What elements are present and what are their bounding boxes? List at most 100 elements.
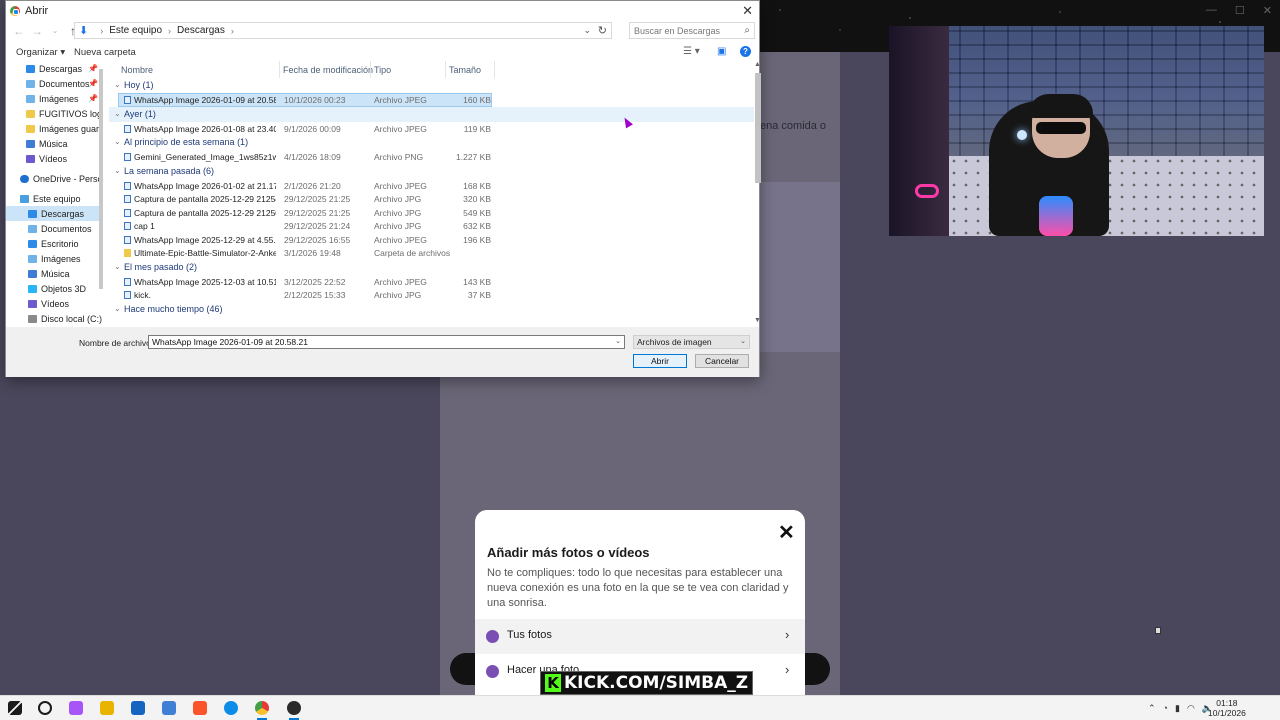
chevron-down-icon[interactable]: ⌄ — [615, 337, 621, 345]
nav-item[interactable]: FUGITIVOS loge — [6, 106, 102, 121]
group-header[interactable]: ⌄ Hoy (1) — [109, 78, 754, 93]
column-name[interactable]: Nombre — [121, 65, 153, 75]
file-row[interactable]: WhatsApp Image 2025-12-03 at 10.51.52...… — [109, 275, 754, 289]
nav-item[interactable]: Descargas 📌 — [6, 61, 102, 76]
group-header[interactable]: ⌄ Hace mucho tiempo (46) — [109, 302, 754, 317]
nav-item[interactable]: Documentos 📌 — [6, 76, 102, 91]
help-icon[interactable]: ? — [740, 46, 751, 57]
scrollbar-thumb[interactable] — [99, 69, 103, 289]
chevron-down-icon[interactable]: ⌄ — [114, 80, 121, 89]
close-icon[interactable]: ✕ — [742, 3, 753, 19]
nav-item[interactable]: Vídeos — [6, 151, 102, 166]
close-icon[interactable]: ✕ — [778, 520, 795, 545]
search-icon[interactable] — [38, 701, 52, 715]
outlook-icon[interactable] — [162, 701, 176, 715]
nav-item[interactable]: Documentos — [6, 221, 102, 236]
file-row[interactable]: WhatsApp Image 2026-01-02 at 21.17.48 2/1… — [109, 179, 754, 193]
refresh-icon[interactable]: ↻ — [598, 24, 607, 37]
image-file-icon — [124, 291, 131, 299]
scroll-up-icon[interactable]: ▲ — [754, 61, 761, 68]
preview-pane-icon[interactable]: ▣ — [717, 46, 726, 57]
file-row[interactable]: Gemini_Generated_Image_1ws85z1ws85z... 4/… — [109, 150, 754, 164]
close-icon[interactable]: ✕ — [1263, 4, 1272, 17]
group-header[interactable]: ⌄ Al principio de esta semana (1) — [109, 135, 754, 150]
chevron-down-icon[interactable]: ⌄ — [114, 137, 121, 146]
file-row[interactable]: Captura de pantalla 2025-12-29 212503 29/… — [109, 206, 754, 220]
file-explorer-icon[interactable] — [100, 701, 114, 715]
chrome-icon[interactable] — [255, 701, 269, 720]
column-date[interactable]: Fecha de modificación — [283, 65, 373, 75]
file-row[interactable]: kick. 2/12/2025 15:33 Archivo JPG 37 KB — [109, 288, 754, 302]
chevron-down-icon[interactable]: ⌄ — [114, 166, 121, 175]
maximize-icon[interactable]: ☐ — [1235, 4, 1245, 17]
address-bar[interactable]: ⬇ › Este equipo › Descargas › ⌄ ↻ — [74, 22, 612, 39]
column-size[interactable]: Tamaño — [449, 65, 481, 75]
start-icon[interactable] — [8, 701, 22, 715]
chevron-down-icon[interactable]: ⌄ — [114, 262, 121, 271]
usb-icon[interactable]: ▮ — [1175, 703, 1180, 714]
edge-icon[interactable] — [224, 701, 238, 715]
chevron-down-icon[interactable]: ⌄ — [740, 337, 746, 345]
breadcrumb-downloads[interactable]: Descargas — [177, 25, 225, 36]
nav-item[interactable]: OneDrive - Person — [6, 171, 102, 186]
network-icon[interactable]: ◔ — [1163, 703, 1168, 714]
file-row[interactable]: WhatsApp Image 2026-01-08 at 23.40.16 9/1… — [109, 122, 754, 136]
filetype-select[interactable]: Archivos de imagen ⌄ — [633, 335, 750, 349]
column-divider[interactable] — [494, 61, 495, 78]
new-folder-button[interactable]: Nueva carpeta — [74, 47, 136, 58]
file-list-scrollbar[interactable]: ▲ ▼ — [754, 61, 762, 327]
nav-item[interactable]: Imágenes guard — [6, 121, 102, 136]
photos-icon — [486, 630, 499, 643]
chevron-up-icon[interactable]: ⌃ — [1148, 703, 1156, 714]
recent-dropdown-icon[interactable]: ⌄ — [46, 26, 64, 35]
file-row[interactable]: Captura de pantalla 2025-12-29 212541 29/… — [109, 192, 754, 206]
nav-item[interactable]: Escritorio — [6, 236, 102, 251]
group-header[interactable]: ⌄ Ayer (1) — [109, 106, 754, 122]
nav-item[interactable]: Objetos 3D — [6, 281, 102, 296]
option-your-photos[interactable]: Tus fotos › — [475, 619, 805, 654]
scroll-down-icon[interactable]: ▼ — [754, 317, 761, 324]
cancel-button[interactable]: Cancelar — [695, 354, 749, 368]
organize-button[interactable]: Organizar ▾ — [16, 47, 65, 58]
scrollbar-thumb[interactable] — [755, 73, 761, 183]
copilot-icon[interactable] — [69, 701, 83, 715]
column-divider[interactable] — [445, 61, 446, 78]
breadcrumb-separator-icon: › — [100, 25, 104, 36]
file-row[interactable]: Ultimate-Epic-Battle-Simulator-2-Anker..… — [109, 246, 754, 260]
column-divider[interactable] — [370, 61, 371, 78]
filename-input[interactable]: WhatsApp Image 2026-01-09 at 20.58.21 ⌄ — [148, 335, 625, 349]
group-header[interactable]: ⌄ La semana pasada (6) — [109, 164, 754, 179]
navigation-scrollbar[interactable] — [98, 63, 104, 325]
file-row[interactable]: WhatsApp Image 2026-01-09 at 20.58.21 10/… — [109, 93, 754, 107]
column-divider[interactable] — [279, 61, 280, 78]
chevron-down-icon[interactable]: ⌄ — [114, 304, 121, 313]
nav-item[interactable]: Música — [6, 266, 102, 281]
open-button[interactable]: Abrir — [633, 354, 687, 368]
back-arrow-icon[interactable]: ← — [10, 24, 28, 38]
nav-item[interactable]: Imágenes — [6, 251, 102, 266]
column-type[interactable]: Tipo — [374, 65, 391, 75]
chevron-down-icon[interactable]: ⌄ — [114, 109, 121, 118]
breadcrumb-this-pc[interactable]: Este equipo — [109, 25, 162, 36]
nav-item[interactable]: Este equipo — [6, 191, 102, 206]
group-header[interactable]: ⌄ El mes pasado (2) — [109, 260, 754, 275]
wifi-icon[interactable]: ◠ — [1187, 703, 1195, 714]
forward-arrow-icon[interactable]: → — [28, 24, 46, 38]
nav-item[interactable]: Disco local (C:) — [6, 311, 102, 326]
store-icon[interactable] — [131, 701, 145, 715]
nav-item[interactable]: Música — [6, 136, 102, 151]
search-input[interactable]: Buscar en Descargas ⌕ — [629, 22, 755, 39]
nav-item[interactable]: Vídeos — [6, 296, 102, 311]
chevron-down-icon[interactable]: ⌄ — [583, 25, 591, 36]
file-row[interactable]: WhatsApp Image 2025-12-29 at 4.55.04 ...… — [109, 233, 754, 247]
clock[interactable]: 01:18 10/1/2026 — [1208, 698, 1246, 718]
nav-item[interactable]: Imágenes 📌 — [6, 91, 102, 106]
obs-icon[interactable] — [287, 701, 301, 720]
file-size: 549 KB — [463, 207, 491, 218]
view-options-icon[interactable]: ☰ ▾ — [683, 46, 700, 57]
search-icon: ⌕ — [744, 25, 750, 36]
nav-item[interactable]: Descargas — [6, 206, 102, 221]
file-row[interactable]: cap 1 29/12/2025 21:24 Archivo JPG 632 KB — [109, 219, 754, 233]
minimize-icon[interactable]: — — [1206, 4, 1217, 17]
brave-icon[interactable] — [193, 701, 207, 715]
